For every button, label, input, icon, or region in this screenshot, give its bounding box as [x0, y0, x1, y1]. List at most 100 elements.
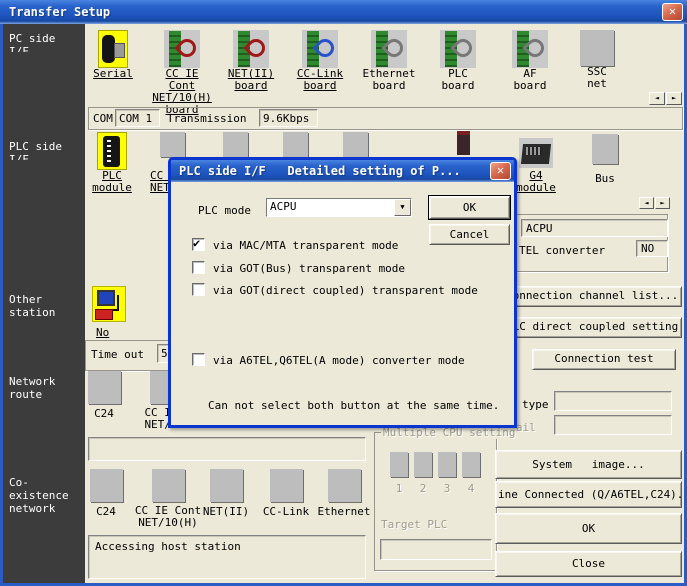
network-route-c24-icon[interactable]	[88, 371, 121, 404]
bus-label: Bus	[572, 172, 638, 185]
pc-if-serial[interactable]: Serial	[80, 30, 146, 80]
other-station-no-icon[interactable]	[92, 286, 126, 322]
connection-test-button[interactable]: Connection test	[532, 349, 676, 370]
window-close-button[interactable]: ✕	[662, 3, 683, 21]
cpu-slot-3-number: 3	[438, 482, 456, 495]
coexistence-ethernet-icon[interactable]	[328, 469, 361, 502]
plc-if-scroll-left[interactable]: ◄	[639, 197, 654, 209]
transmission-label: Transmission	[167, 112, 246, 125]
target-plc-field[interactable]	[380, 539, 492, 560]
cpu-slot-2-number: 2	[414, 482, 432, 495]
plc-type-field[interactable]	[554, 391, 672, 411]
close-icon: ✕	[669, 4, 676, 18]
checkbox-label: via A6TEL,Q6TEL(A mode) converter mode	[213, 354, 465, 367]
plc-type-label: type	[522, 398, 549, 411]
combo-dropdown-button[interactable]: ▼	[394, 199, 411, 216]
af-board-icon	[512, 30, 548, 68]
coexistence-ethernet-label: Ethernet	[311, 505, 377, 518]
coexistence-c24-icon[interactable]	[90, 469, 123, 502]
dialog-ok-button[interactable]: OK	[429, 196, 510, 219]
pc-if-ssc-net[interactable]: SSC net	[564, 30, 630, 90]
plc-if-plc-module[interactable]: PLC module	[79, 132, 145, 194]
sidebar-label-network-route: Network route	[9, 375, 55, 401]
coexistence-net2-icon[interactable]	[210, 469, 243, 502]
main-ok-button[interactable]: OK	[495, 513, 682, 544]
window-titlebar: Transfer Setup	[0, 0, 687, 24]
sidebar-label-plc-side: PLC side I/F	[9, 140, 62, 160]
checkbox-label: via GOT(direct coupled) transparent mode	[213, 284, 478, 297]
g4-module-icon	[519, 138, 553, 168]
plc-if-module-box-4[interactable]	[343, 132, 368, 157]
slim-module-icon[interactable]	[457, 131, 470, 155]
system-image-button[interactable]: System image...	[495, 450, 682, 479]
transfer-setup-window: Transfer Setup ✕ PC side I/F PLC side I/…	[0, 0, 687, 586]
dialog-titlebar: PLC side I/F Detailed setting of P...	[171, 160, 514, 182]
ethernet-board-icon	[371, 30, 407, 68]
ssc-net-icon	[580, 30, 614, 66]
pc-if-plc-label: PLC board	[425, 68, 491, 92]
arrow-right-icon: ►	[660, 199, 664, 207]
checkbox-box[interactable]: ✔	[192, 261, 205, 274]
cclink-board-icon	[302, 30, 338, 68]
coexistence-net2-label: NET(II)	[193, 505, 259, 518]
cpu-slot-4[interactable]	[462, 452, 480, 477]
plc-module-label: PLC module	[79, 170, 145, 194]
dialog-close-button[interactable]: ✕	[490, 162, 511, 180]
pc-if-plc-board[interactable]: PLC board	[425, 30, 491, 92]
plc-mode-combobox[interactable]: ACPU ▼	[266, 198, 412, 217]
pc-if-ccie-board[interactable]: CC IE Cont NET/10(H) board	[149, 30, 215, 116]
arrow-right-icon: ►	[672, 94, 676, 102]
plc-type-value-field[interactable]: ACPU	[521, 219, 668, 237]
arrow-left-icon: ◄	[644, 199, 648, 207]
dialog-cancel-button[interactable]: Cancel	[429, 224, 510, 245]
checkbox-box[interactable]: ✔	[192, 353, 205, 366]
plc-if-module-box-1[interactable]	[160, 132, 185, 157]
pc-if-ethernet-label: Ethernet board	[356, 68, 422, 92]
plc-if-module-box-2[interactable]	[223, 132, 248, 157]
close-icon: ✕	[497, 163, 504, 177]
plc-if-module-box-3[interactable]	[283, 132, 308, 157]
tel-converter-value-field[interactable]: NO	[636, 240, 668, 257]
timeout-label: Time out	[91, 348, 144, 361]
pc-if-ssc-label: SSC net	[564, 66, 630, 90]
serial-icon	[98, 30, 128, 68]
cpu-slot-2[interactable]	[414, 452, 432, 477]
section-sidebar: PC side I/F PLC side I/F Other station N…	[3, 24, 85, 583]
coexistence-cclink-icon[interactable]	[270, 469, 303, 502]
pc-if-cclink-label: CC-Link board	[287, 68, 353, 92]
pc-if-ethernet-board[interactable]: Ethernet board	[356, 30, 422, 92]
tel-converter-label: TEL converter	[519, 244, 605, 257]
pc-if-af-board[interactable]: AF board	[497, 30, 563, 92]
checkbox-label: via GOT(Bus) transparent mode	[213, 262, 405, 275]
arrow-left-icon: ◄	[655, 94, 659, 102]
plc-board-icon	[440, 30, 476, 68]
bus-icon[interactable]	[592, 134, 618, 164]
cpu-slot-4-number: 4	[462, 482, 480, 495]
plc-if-scroll-right[interactable]: ►	[655, 197, 670, 209]
coexistence-ccie-icon[interactable]	[152, 469, 185, 502]
plc-side-detail-dialog: PLC side I/F Detailed setting of P... ✕ …	[168, 157, 517, 428]
ccie-board-icon	[164, 30, 200, 68]
cpu-slot-1[interactable]	[390, 452, 408, 477]
transmission-speed-field[interactable]: 9.6Kbps	[259, 109, 318, 127]
detail-field[interactable]	[554, 415, 672, 435]
cpu-slot-3[interactable]	[438, 452, 456, 477]
coexistence-cclink-label: CC-Link	[253, 505, 319, 518]
main-close-button[interactable]: Close	[495, 551, 682, 577]
checkbox-box[interactable]: ✔	[192, 283, 205, 296]
plc-mode-value: ACPU	[267, 199, 394, 216]
sidebar-label-pc-side: PC side I/F	[9, 32, 55, 52]
pc-if-scroll-left[interactable]: ◄	[649, 92, 665, 105]
pc-if-net2-board[interactable]: NET(II) board	[218, 30, 284, 92]
cpu-slot-1-number: 1	[390, 482, 408, 495]
pc-if-scroll-right[interactable]: ►	[666, 92, 682, 105]
network-route-info-field[interactable]	[88, 437, 366, 461]
plc-module-icon	[97, 132, 127, 170]
status-box: Accessing host station	[88, 535, 366, 579]
chevron-down-icon: ▼	[400, 203, 404, 211]
line-connected-button[interactable]: ine Connected (Q/A6TEL,C24)..	[495, 481, 682, 508]
other-station-no-label: No	[96, 326, 109, 339]
checkbox-box[interactable]: ✔	[192, 238, 205, 251]
com-port-field[interactable]: COM 1	[115, 109, 160, 127]
pc-if-cclink-board[interactable]: CC-Link board	[287, 30, 353, 92]
